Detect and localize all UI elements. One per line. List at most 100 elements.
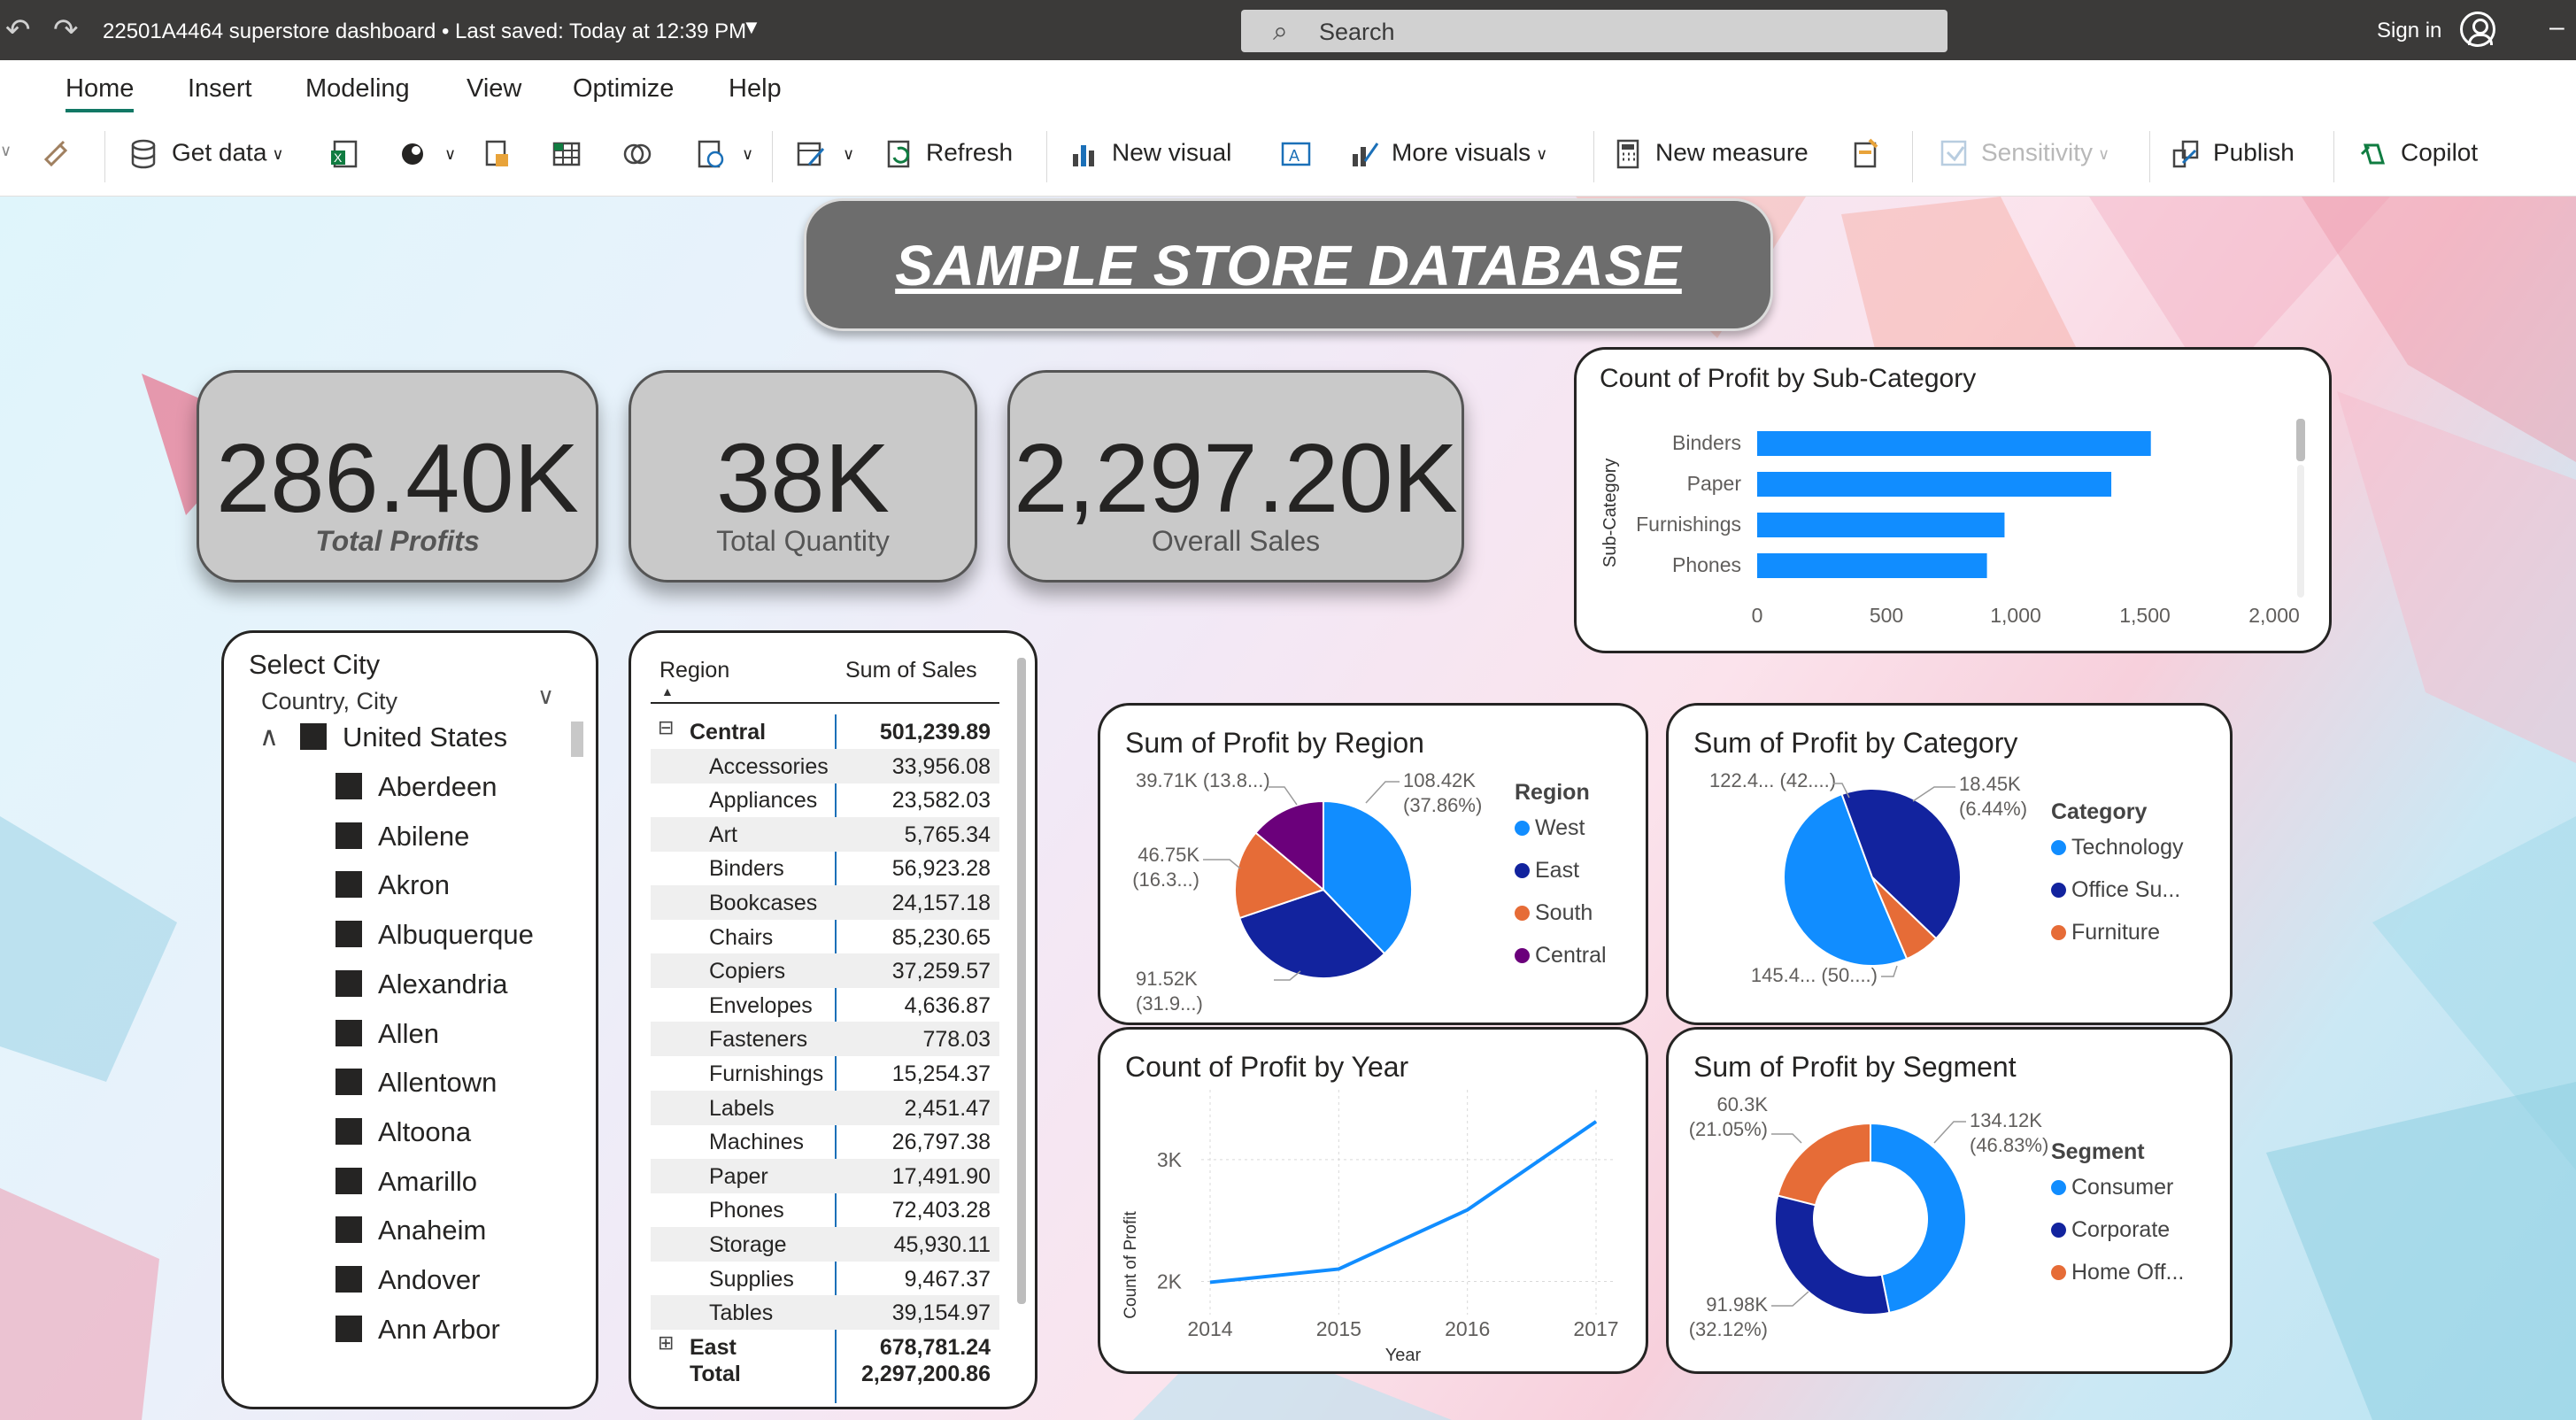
matrix-row[interactable]: Appliances 23,582.03	[651, 783, 999, 817]
matrix-row[interactable]: Art 5,765.34	[651, 816, 999, 852]
legend-item[interactable]: Consumer	[2051, 1175, 2173, 1200]
legend-item[interactable]: East	[1515, 858, 1579, 884]
transform-data-icon[interactable]: ∨	[694, 138, 753, 170]
checkbox[interactable]	[335, 1019, 362, 1046]
slicer-item-city[interactable]: Amarillo	[335, 1166, 477, 1198]
slicer-item-city[interactable]: Albuquerque	[335, 919, 534, 951]
slicer-scrollbar[interactable]	[571, 722, 583, 757]
quick-measure-icon[interactable]	[1850, 138, 1893, 170]
collapse-icon[interactable]: ⊟	[658, 716, 674, 739]
matrix-row[interactable]: Tables 39,154.97	[651, 1295, 999, 1331]
copilot-button[interactable]: Copilot	[2358, 138, 2478, 170]
chart-profit-by-region[interactable]: Sum of Profit by Region 108.42K (37.86%) 9…	[1098, 703, 1648, 1025]
chart-profit-by-subcategory[interactable]: Count of Profit by Sub-Category Sub-Cate…	[1574, 347, 2332, 653]
tab-view[interactable]: View	[467, 74, 521, 104]
legend-item[interactable]: Office Su...	[2051, 877, 2180, 903]
matrix-row[interactable]: Chairs 85,230.65	[651, 920, 999, 954]
matrix-row[interactable]: Machines 26,797.38	[651, 1124, 999, 1159]
search-box[interactable]: ⌕ Search	[1241, 10, 1947, 52]
chevron-down-icon[interactable]: ∨	[537, 683, 554, 710]
sign-in-link[interactable]: Sign in	[2377, 19, 2441, 43]
recent-sources-icon[interactable]	[482, 138, 524, 170]
legend-item[interactable]: Corporate	[2051, 1217, 2170, 1243]
checkbox[interactable]	[335, 1266, 362, 1293]
checkbox[interactable]	[335, 822, 362, 849]
new-visual-button[interactable]: New visual	[1069, 138, 1231, 170]
collapse-icon[interactable]: ∧	[259, 722, 279, 752]
document-title[interactable]: 22501A4464 superstore dashboard • Last s…	[103, 19, 746, 44]
publish-button[interactable]: Publish	[2171, 138, 2294, 170]
kpi-card-total-profits[interactable]: 286.40K Total Profits	[197, 370, 598, 583]
checkbox[interactable]	[335, 969, 362, 997]
slicer-item-city[interactable]: Anaheim	[335, 1215, 486, 1246]
matrix-group-row[interactable]: Central 501,239.89	[651, 714, 999, 749]
matrix-total-row[interactable]: Total 2,297,200.86	[651, 1356, 999, 1391]
matrix-row[interactable]: Fasteners 778.03	[651, 1022, 999, 1057]
matrix-row[interactable]: Accessories 33,956.08	[651, 748, 999, 783]
column-header-region[interactable]: Region	[659, 658, 729, 683]
slicer-item-city[interactable]: Akron	[335, 869, 450, 901]
slicer-item-city[interactable]: Altoona	[335, 1116, 471, 1148]
city-slicer[interactable]: Select City Country, City ∨ ∧ United Sta…	[221, 630, 598, 1409]
account-icon[interactable]	[2460, 12, 2495, 47]
slicer-item-city[interactable]: Alexandria	[335, 969, 507, 1000]
chart-profit-by-segment[interactable]: Sum of Profit by Segment 134.12K (46.83%)…	[1666, 1027, 2233, 1374]
text-box-icon[interactable]: A	[1280, 138, 1323, 170]
matrix-row[interactable]: Paper 17,491.90	[651, 1158, 999, 1193]
kpi-card-total-quantity[interactable]: 38K Total Quantity	[629, 370, 977, 583]
chevron-down-icon[interactable]: ▼	[742, 16, 761, 39]
matrix-row[interactable]: Storage 45,930.11	[651, 1227, 999, 1262]
matrix-row[interactable]: Envelopes 4,636.87	[651, 988, 999, 1023]
chart-profit-by-year[interactable]: Count of Profit by Year 2K 3K 2014 2015 2016…	[1098, 1027, 1648, 1374]
checkbox[interactable]	[335, 1117, 362, 1145]
checkbox[interactable]	[335, 1069, 362, 1096]
checkbox[interactable]	[335, 921, 362, 948]
legend-item[interactable]: Technology	[2051, 835, 2183, 860]
slicer-item-city[interactable]: Abilene	[335, 821, 469, 853]
tab-optimize[interactable]: Optimize	[573, 74, 674, 104]
checkbox[interactable]	[335, 1315, 362, 1342]
slicer-item-city[interactable]: Andover	[335, 1264, 480, 1296]
chevron-down-icon[interactable]: ∨	[0, 142, 12, 160]
chart-profit-by-category[interactable]: Sum of Profit by Category 18.45K (6.44%) 1…	[1666, 703, 2233, 1025]
matrix-row[interactable]: Binders 56,923.28	[651, 851, 999, 885]
slicer-item-city[interactable]: Allen	[335, 1018, 439, 1050]
new-measure-button[interactable]: New measure	[1613, 138, 1809, 170]
legend-item[interactable]: Central	[1515, 943, 1607, 969]
more-visuals-button[interactable]: More visuals ∨	[1349, 138, 1547, 170]
edit-queries-icon[interactable]: ∨	[795, 138, 854, 170]
slicer-item-city[interactable]: Ann Arbor	[335, 1314, 500, 1346]
column-header-sum-of-sales[interactable]: Sum of Sales	[845, 658, 977, 683]
minimize-button[interactable]: –	[2549, 12, 2564, 42]
matrix-row[interactable]: Bookcases 24,157.18	[651, 885, 999, 920]
redo-icon[interactable]: ↷	[53, 12, 79, 48]
sort-ascending-icon[interactable]: ▲	[661, 684, 674, 698]
legend-item[interactable]: Home Off...	[2051, 1260, 2184, 1285]
checkbox[interactable]	[335, 871, 362, 899]
format-painter-icon[interactable]	[41, 138, 83, 170]
get-data-button[interactable]: Get data ∨	[129, 138, 284, 170]
excel-icon[interactable]: X	[329, 138, 372, 170]
checkbox[interactable]	[300, 723, 327, 750]
matrix-row[interactable]: Supplies 9,467.37	[651, 1262, 999, 1296]
checkbox[interactable]	[335, 1216, 362, 1244]
kpi-card-overall-sales[interactable]: 2,297.20K Overall Sales	[1007, 370, 1464, 583]
dataflow-icon[interactable]	[621, 138, 664, 170]
matrix-row[interactable]: Phones 72,403.28	[651, 1192, 999, 1227]
matrix-row[interactable]: Copiers 37,259.57	[651, 953, 999, 989]
tab-help[interactable]: Help	[729, 74, 782, 104]
checkbox[interactable]	[335, 773, 362, 799]
enter-data-icon[interactable]	[551, 138, 593, 170]
tab-insert[interactable]: Insert	[188, 74, 252, 104]
checkbox[interactable]	[335, 1167, 362, 1194]
refresh-button[interactable]: Refresh	[883, 138, 1013, 170]
legend-item[interactable]: South	[1515, 900, 1593, 926]
legend-item[interactable]: Furniture	[2051, 920, 2160, 945]
expand-icon[interactable]: ⊞	[658, 1331, 674, 1354]
slicer-item-city[interactable]: Aberdeen	[335, 771, 497, 803]
dataverse-icon[interactable]: ∨	[397, 138, 456, 170]
undo-icon[interactable]: ↶	[5, 12, 31, 48]
matrix-row[interactable]: Labels 2,451.47	[651, 1090, 999, 1125]
matrix-row[interactable]: Furnishings 15,254.37	[651, 1056, 999, 1091]
matrix-scrollbar[interactable]	[1017, 658, 1026, 1304]
